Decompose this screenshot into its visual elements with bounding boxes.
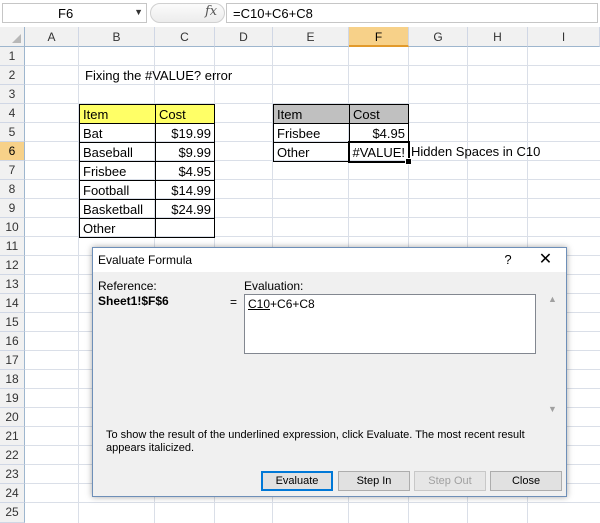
- table1-cell[interactable]: Football: [79, 180, 156, 200]
- row-header-11[interactable]: 11: [0, 237, 25, 256]
- row-header-18[interactable]: 18: [0, 370, 25, 389]
- table1-cell[interactable]: Basketball: [79, 199, 156, 219]
- evaluation-box[interactable]: C10+C6+C8: [244, 294, 536, 354]
- row-header-23[interactable]: 23: [0, 465, 25, 484]
- table2-cell[interactable]: $4.95: [349, 123, 409, 143]
- row-header-8[interactable]: 8: [0, 180, 25, 199]
- table1-header-cost[interactable]: Cost: [155, 104, 215, 124]
- row-header-2[interactable]: 2: [0, 66, 25, 85]
- row-header-7[interactable]: 7: [0, 161, 25, 180]
- table1-cell[interactable]: [155, 218, 215, 238]
- row-header-24[interactable]: 24: [0, 484, 25, 503]
- help-button[interactable]: ?: [498, 250, 518, 270]
- note-hidden-spaces[interactable]: Hidden Spaces in C10: [408, 142, 558, 161]
- column-header-h[interactable]: H: [468, 27, 528, 47]
- active-cell-outline: [348, 141, 410, 163]
- formula-bar: F6 ▼ fx =C10+C6+C8: [0, 0, 600, 28]
- table1-cell[interactable]: Frisbee: [79, 161, 156, 181]
- name-box-value: F6: [58, 6, 74, 21]
- row-header-17[interactable]: 17: [0, 351, 25, 370]
- table2-cell[interactable]: Frisbee: [273, 123, 350, 143]
- equals-sign: =: [230, 295, 238, 309]
- select-all-corner[interactable]: [0, 27, 25, 47]
- row-header-20[interactable]: 20: [0, 408, 25, 427]
- gridline: [25, 502, 600, 503]
- column-header-g[interactable]: G: [409, 27, 468, 47]
- column-header-c[interactable]: C: [155, 27, 215, 47]
- row-header-25[interactable]: 25: [0, 503, 25, 523]
- evaluate-button[interactable]: Evaluate: [261, 471, 333, 491]
- formula-input[interactable]: =C10+C6+C8: [226, 3, 598, 23]
- reference-label: Reference:: [98, 279, 157, 293]
- table1-cell[interactable]: $14.99: [155, 180, 215, 200]
- row-header-15[interactable]: 15: [0, 313, 25, 332]
- close-icon[interactable]: ✕: [533, 250, 558, 270]
- evaluation-underlined: C10: [248, 297, 271, 311]
- column-header-f[interactable]: F: [349, 27, 409, 47]
- table1-cell[interactable]: Bat: [79, 123, 156, 143]
- evaluation-scrollbar[interactable]: ▲ ▼: [546, 294, 559, 414]
- row-header-3[interactable]: 3: [0, 85, 25, 104]
- name-box-dropdown-icon[interactable]: ▼: [134, 7, 143, 17]
- sheet-title[interactable]: Fixing the #VALUE? error: [82, 66, 282, 85]
- table2-header-cost[interactable]: Cost: [349, 104, 409, 124]
- row-header-9[interactable]: 9: [0, 199, 25, 218]
- table1-cell[interactable]: Other: [79, 218, 156, 238]
- step-out-button[interactable]: Step Out: [414, 471, 486, 491]
- dialog-titlebar[interactable]: Evaluate Formula ? ✕: [93, 248, 566, 272]
- column-header-a[interactable]: A: [25, 27, 79, 47]
- close-button[interactable]: Close: [490, 471, 562, 491]
- row-header-5[interactable]: 5: [0, 123, 25, 142]
- formula-text: =C10+C6+C8: [233, 6, 313, 21]
- row-header-10[interactable]: 10: [0, 218, 25, 237]
- name-box[interactable]: F6 ▼: [2, 3, 147, 23]
- row-header-12[interactable]: 12: [0, 256, 25, 275]
- evaluation-rest: +C6+C8: [270, 297, 315, 311]
- table1-cell[interactable]: $24.99: [155, 199, 215, 219]
- column-header-e[interactable]: E: [273, 27, 349, 47]
- row-header-1[interactable]: 1: [0, 47, 25, 66]
- table1-cell[interactable]: Baseball: [79, 142, 156, 162]
- row-header-6[interactable]: 6: [0, 142, 25, 161]
- column-header-b[interactable]: B: [79, 27, 155, 47]
- insert-function-icon[interactable]: fx: [205, 4, 217, 19]
- table2-cell[interactable]: Other: [273, 142, 350, 162]
- evaluation-label: Evaluation:: [244, 279, 304, 293]
- table1-cell[interactable]: $19.99: [155, 123, 215, 143]
- scroll-down-icon[interactable]: ▼: [546, 404, 559, 416]
- row-header-13[interactable]: 13: [0, 275, 25, 294]
- table2-header-item[interactable]: Item: [273, 104, 350, 124]
- row-header-21[interactable]: 21: [0, 427, 25, 446]
- reference-value: Sheet1!$F$6: [98, 294, 169, 308]
- column-header-i[interactable]: I: [528, 27, 600, 47]
- table1-cell[interactable]: $9.99: [155, 142, 215, 162]
- select-all-triangle-icon: [12, 34, 21, 43]
- column-header-d[interactable]: D: [215, 27, 273, 47]
- table1-header-item[interactable]: Item: [79, 104, 156, 124]
- row-header-4[interactable]: 4: [0, 104, 25, 123]
- table1-cell[interactable]: $4.95: [155, 161, 215, 181]
- row-header-16[interactable]: 16: [0, 332, 25, 351]
- scroll-up-icon[interactable]: ▲: [546, 294, 559, 306]
- row-header-19[interactable]: 19: [0, 389, 25, 408]
- hint-text: To show the result of the underlined exp…: [106, 429, 525, 454]
- row-header-22[interactable]: 22: [0, 446, 25, 465]
- step-in-button[interactable]: Step In: [338, 471, 410, 491]
- evaluate-formula-dialog: Evaluate Formula ? ✕ Reference: Sheet1!$…: [92, 247, 567, 497]
- evaluation-text: C10+C6+C8: [248, 297, 315, 311]
- row-header-14[interactable]: 14: [0, 294, 25, 313]
- dialog-title: Evaluate Formula: [98, 253, 193, 267]
